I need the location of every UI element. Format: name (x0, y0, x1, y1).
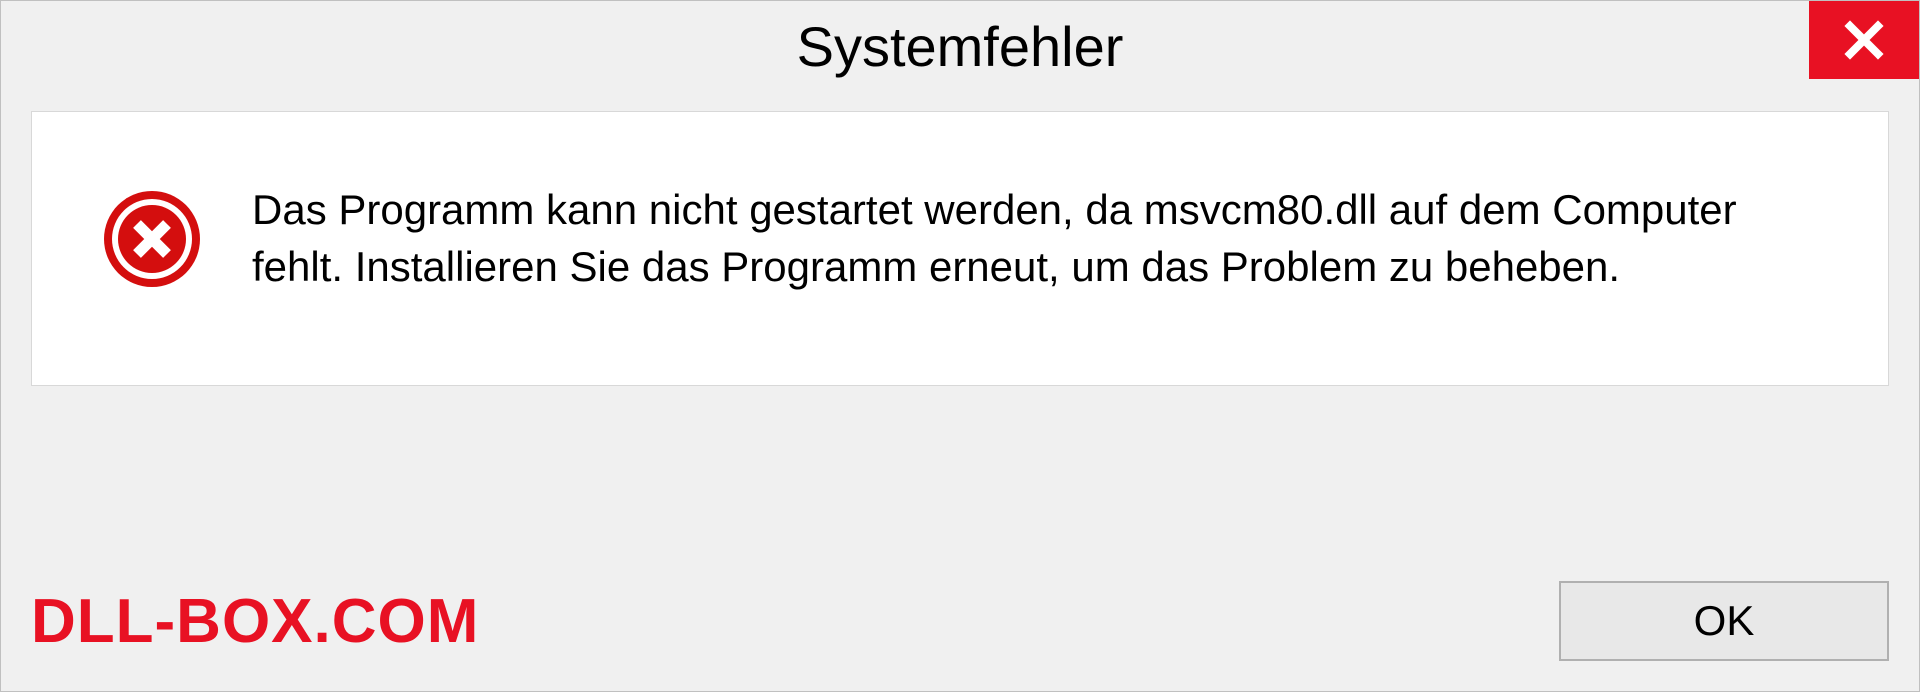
dialog-footer: DLL-BOX.COM OK (31, 571, 1889, 671)
error-dialog: Systemfehler Das Programm kann nicht ges… (0, 0, 1920, 692)
close-icon (1843, 19, 1885, 61)
dialog-title: Systemfehler (797, 14, 1124, 79)
content-area: Das Programm kann nicht gestartet werden… (31, 111, 1889, 386)
watermark-text: DLL-BOX.COM (31, 586, 479, 657)
titlebar: Systemfehler (1, 1, 1919, 91)
error-message: Das Programm kann nicht gestartet werden… (252, 182, 1828, 295)
close-button[interactable] (1809, 1, 1919, 79)
error-icon (102, 189, 202, 289)
ok-button[interactable]: OK (1559, 581, 1889, 661)
